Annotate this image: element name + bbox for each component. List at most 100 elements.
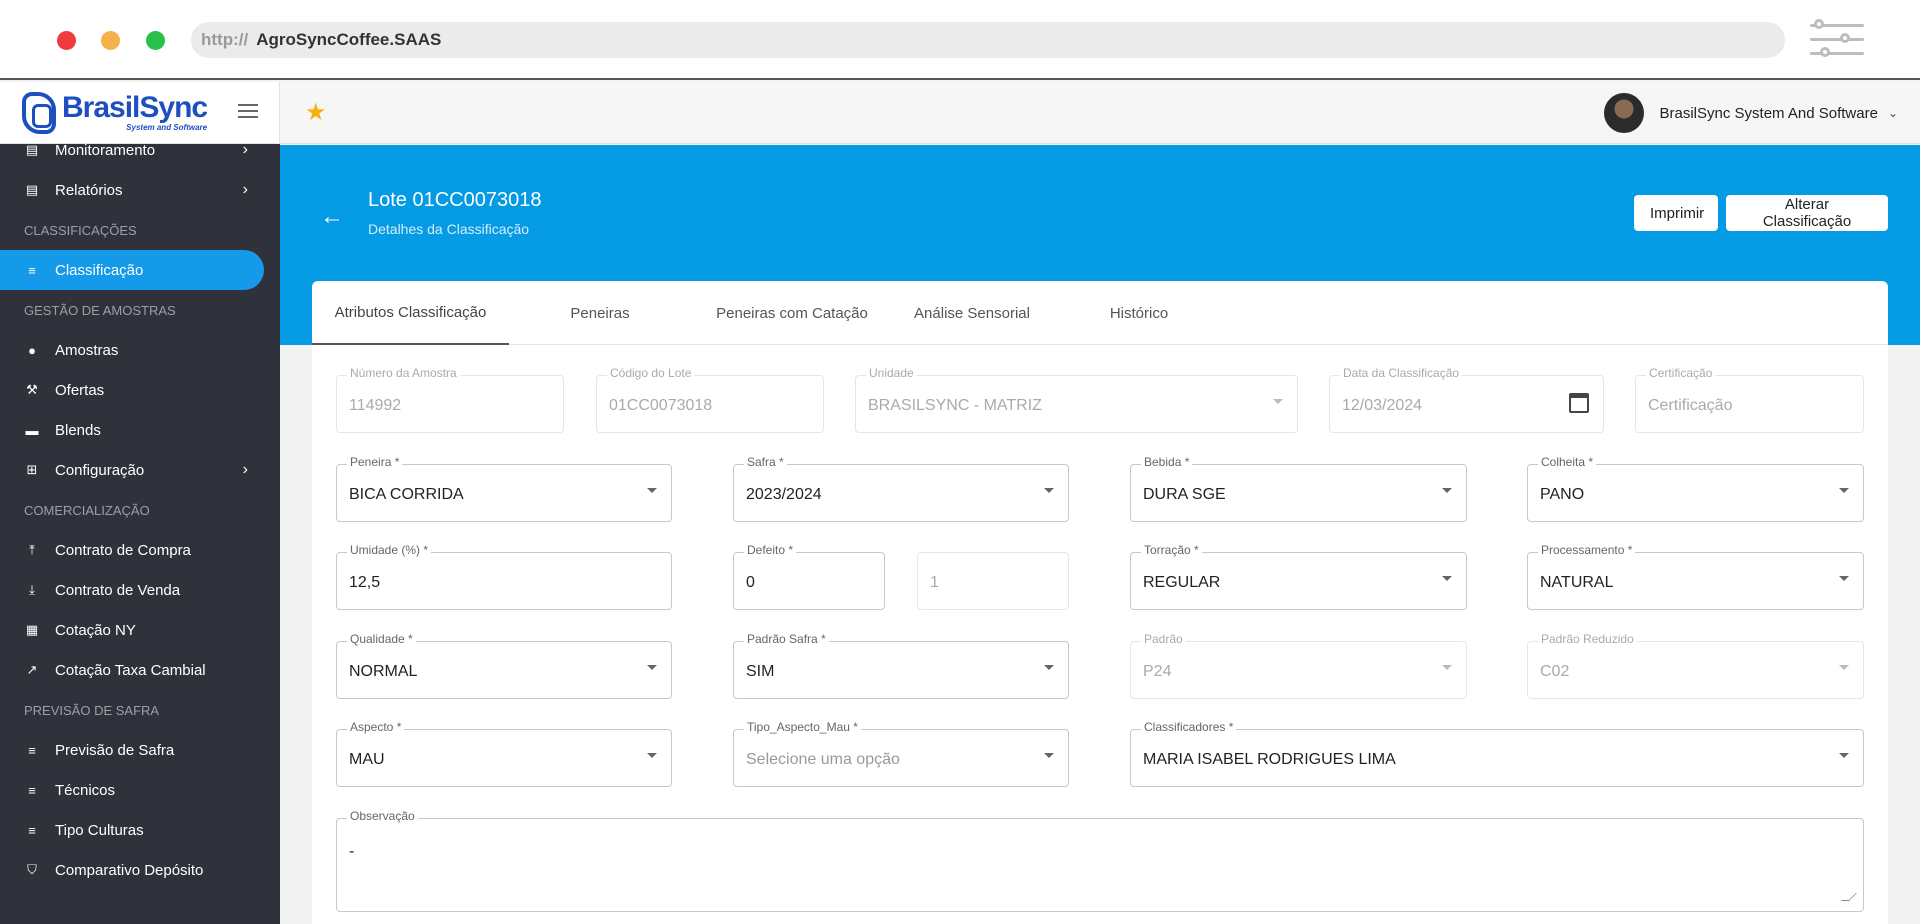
sidebar-section-header: CLASSIFICAÇÕES bbox=[24, 222, 137, 238]
sidebar-item-cotacao-taxa-cambial[interactable]: ↗ Cotação Taxa Cambial bbox=[0, 650, 280, 690]
url-protocol: http:// bbox=[201, 30, 249, 49]
defeito-field[interactable]: Defeito * 0 bbox=[733, 543, 885, 610]
page-subtitle: Detalhes da Classificação bbox=[368, 221, 530, 237]
qualidade-select[interactable]: Qualidade * NORMAL bbox=[336, 632, 672, 699]
tab-peneiras[interactable]: Peneiras bbox=[550, 281, 650, 345]
dropdown-arrow-icon bbox=[1273, 399, 1283, 404]
sidebar-item-relatorios[interactable]: ▤ Relatórios › bbox=[0, 170, 280, 210]
plus-box-icon: ⊞ bbox=[26, 462, 38, 477]
field-label: Padrão Reduzido bbox=[1538, 632, 1637, 646]
sidebar-item-previsao-de-safra[interactable]: ≡ Previsão de Safra bbox=[0, 730, 280, 770]
sidebar-item-tipo-culturas[interactable]: ≡ Tipo Culturas bbox=[0, 810, 280, 850]
sidebar-item-tecnicos[interactable]: ≡ Técnicos bbox=[0, 770, 280, 810]
back-arrow-icon[interactable]: ← bbox=[320, 203, 344, 231]
numero-amostra-field[interactable]: Número da Amostra 114992 bbox=[336, 366, 564, 433]
field-label: Colheita * bbox=[1538, 455, 1597, 469]
sidebar-item-blends[interactable]: ▬ Blends bbox=[0, 410, 280, 450]
tab-bar: Atributos Classificação Peneiras Peneira… bbox=[312, 281, 1888, 345]
sidebar-item-label: Tipo Culturas bbox=[55, 821, 144, 839]
observacao-textarea[interactable]: Observação - bbox=[336, 809, 1864, 912]
field-value: BICA CORRIDA bbox=[349, 486, 464, 503]
browser-chrome: http:// AgroSyncCoffee.SAAS bbox=[0, 0, 1920, 80]
tab-label: Peneiras bbox=[570, 304, 630, 322]
processamento-select[interactable]: Processamento * NATURAL bbox=[1527, 543, 1864, 610]
field-label: Bebida * bbox=[1141, 455, 1193, 469]
sidebar-item-comparativo-deposito[interactable]: ⛉ Comparativo Depósito bbox=[0, 850, 280, 890]
field-value: BRASILSYNC - MATRIZ bbox=[868, 397, 1042, 414]
alter-classification-button[interactable]: Alterar Classificação bbox=[1726, 195, 1888, 231]
codigo-lote-field[interactable]: Código do Lote 01CC0073018 bbox=[596, 366, 824, 433]
padrao-select[interactable]: Padrão P24 bbox=[1130, 632, 1467, 699]
chevron-right-icon: › bbox=[242, 141, 248, 158]
classification-card: Atributos Classificação Peneiras Peneira… bbox=[312, 281, 1888, 924]
page-title: Lote 01CC0073018 bbox=[368, 189, 542, 211]
print-button[interactable]: Imprimir bbox=[1634, 195, 1718, 231]
field-label: Código do Lote bbox=[607, 366, 695, 380]
info-icon: ● bbox=[28, 342, 36, 358]
resize-handle-icon[interactable] bbox=[1841, 893, 1857, 901]
padrao-reduzido-select[interactable]: Padrão Reduzido C02 bbox=[1527, 632, 1864, 699]
classificadores-select[interactable]: Classificadores * MARIA ISABEL RODRIGUES… bbox=[1130, 720, 1864, 787]
field-label: Número da Amostra bbox=[347, 366, 460, 380]
certificacao-field[interactable]: Certificação Certificação bbox=[1635, 366, 1864, 433]
tab-peneiras-com-catacao[interactable]: Peneiras com Catação bbox=[692, 281, 892, 345]
defeito-extra-field[interactable]: 1 bbox=[917, 552, 1069, 610]
sidebar-item-contrato-de-venda[interactable]: ⤓ Contrato de Venda bbox=[0, 570, 280, 610]
peneira-select[interactable]: Peneira * BICA CORRIDA bbox=[336, 455, 672, 522]
favorite-star-icon[interactable]: ★ bbox=[305, 98, 327, 127]
menu-toggle-icon[interactable] bbox=[238, 104, 258, 122]
tab-analise-sensorial[interactable]: Análise Sensorial bbox=[884, 281, 1060, 345]
sidebar-item-label: Amostras bbox=[55, 341, 119, 359]
brand-logo[interactable]: BrasilSync System and Software bbox=[22, 91, 208, 134]
colheita-select[interactable]: Colheita * PANO bbox=[1527, 455, 1864, 522]
field-value: 01CC0073018 bbox=[609, 397, 713, 414]
field-placeholder: Selecione uma opção bbox=[746, 751, 900, 768]
sidebar-item-contrato-de-compra[interactable]: ⤒ Contrato de Compra bbox=[0, 530, 280, 570]
address-bar[interactable]: http:// AgroSyncCoffee.SAAS bbox=[191, 22, 1785, 58]
tab-atributos-classificacao[interactable]: Atributos Classificação bbox=[312, 281, 509, 345]
field-label: Padrão bbox=[1141, 632, 1186, 646]
url-host: AgroSyncCoffee.SAAS bbox=[256, 30, 442, 49]
sidebar-item-configuracao[interactable]: ⊞ Configuração › bbox=[0, 450, 280, 490]
sidebar-item-monitoramento[interactable]: ▤ Monitoramento › bbox=[0, 130, 280, 170]
sidebar-item-ofertas[interactable]: ⚒ Ofertas bbox=[0, 370, 280, 410]
field-label: Torração * bbox=[1141, 543, 1202, 557]
data-classificacao-field[interactable]: Data da Classificação 12/03/2024 bbox=[1329, 366, 1604, 433]
settings-sliders-icon[interactable] bbox=[1810, 19, 1864, 60]
sidebar-item-amostras[interactable]: ● Amostras bbox=[0, 330, 280, 370]
tipo-aspecto-mau-select[interactable]: Tipo_Aspecto_Mau * Selecione uma opção bbox=[733, 720, 1069, 787]
field-label: Aspecto * bbox=[347, 720, 405, 734]
tab-label: Histórico bbox=[1109, 304, 1169, 322]
field-value: PANO bbox=[1540, 486, 1585, 503]
tab-historico[interactable]: Histórico bbox=[1064, 281, 1214, 345]
minimize-window-button[interactable] bbox=[101, 31, 120, 50]
dropdown-arrow-icon bbox=[1839, 753, 1849, 758]
dropdown-arrow-icon bbox=[1044, 665, 1054, 670]
sidebar-item-label: Classificação bbox=[55, 261, 144, 279]
sidebar-item-label: Monitoramento bbox=[55, 141, 156, 159]
upload-icon: ⤒ bbox=[29, 542, 35, 557]
field-value: P24 bbox=[1143, 663, 1172, 680]
close-window-button[interactable] bbox=[57, 31, 76, 50]
field-label: Classificadores * bbox=[1141, 720, 1237, 734]
field-value: 12,5 bbox=[349, 574, 381, 591]
padrao-safra-select[interactable]: Padrão Safra * SIM bbox=[733, 632, 1069, 699]
sidebar-item-label: Configuração bbox=[55, 461, 145, 479]
safra-select[interactable]: Safra * 2023/2024 bbox=[733, 455, 1069, 522]
chevron-right-icon: › bbox=[242, 181, 248, 198]
calendar-icon[interactable] bbox=[1569, 393, 1589, 413]
dropdown-arrow-icon bbox=[1442, 576, 1452, 581]
field-value: MAU bbox=[349, 751, 385, 768]
torracao-select[interactable]: Torração * REGULAR bbox=[1130, 543, 1467, 610]
sidebar-item-label: Técnicos bbox=[55, 781, 116, 799]
aspecto-select[interactable]: Aspecto * MAU bbox=[336, 720, 672, 787]
unidade-select[interactable]: Unidade BRASILSYNC - MATRIZ bbox=[855, 366, 1298, 433]
bebida-select[interactable]: Bebida * DURA SGE bbox=[1130, 455, 1467, 522]
maximize-window-button[interactable] bbox=[146, 31, 165, 50]
umidade-field[interactable]: Umidade (%) * 12,5 bbox=[336, 543, 672, 610]
sidebar-item-classificacao[interactable]: ≡ Classificação bbox=[0, 250, 264, 290]
sidebar-item-label: Contrato de Compra bbox=[55, 541, 191, 559]
user-menu[interactable]: BrasilSync System And Software ⌄ bbox=[1603, 93, 1898, 133]
sidebar-item-cotacao-ny[interactable]: ▦ Cotação NY bbox=[0, 610, 280, 650]
field-value: C02 bbox=[1540, 663, 1570, 680]
